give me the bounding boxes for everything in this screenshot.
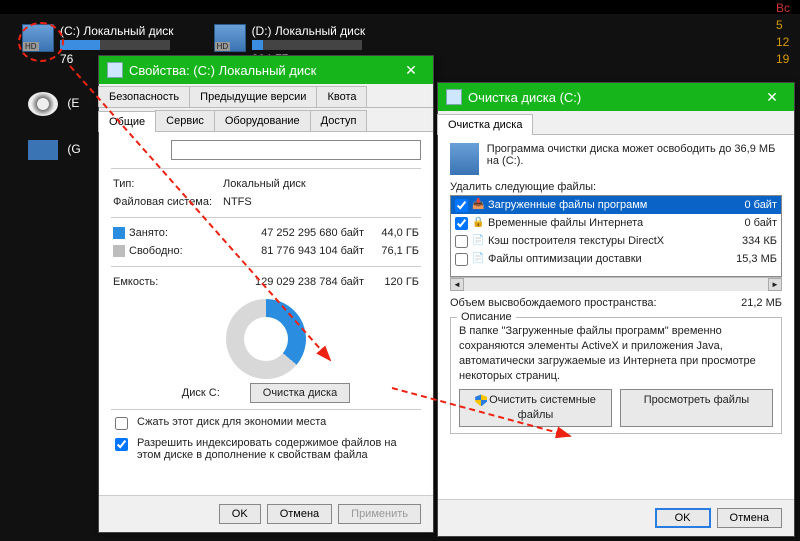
drive-icon <box>450 143 479 175</box>
horizontal-scrollbar[interactable]: ◄► <box>450 277 782 291</box>
file-size: 15,3 МБ <box>717 253 777 265</box>
tab-previous-versions[interactable]: Предыдущие версии <box>189 86 317 107</box>
file-row[interactable]: 📄 Файлы оптимизации доставки 15,3 МБ <box>451 250 781 268</box>
tab-tools[interactable]: Сервис <box>155 110 215 131</box>
volume-name-input[interactable] <box>171 140 421 160</box>
dialog-buttons: OK Отмена <box>438 499 794 536</box>
titlebar[interactable]: Очистка диска (C:) ✕ <box>438 83 794 111</box>
apply-button[interactable]: Применить <box>338 504 421 524</box>
file-row[interactable]: 🔒 Временные файлы Интернета 0 байт <box>451 214 781 232</box>
freed-label: Объем высвобождаемого пространства: <box>450 297 657 309</box>
ok-button[interactable]: OK <box>219 504 261 524</box>
delete-files-label: Удалить следующие файлы: <box>450 181 782 193</box>
usage-pie-chart <box>226 299 306 379</box>
disk-label: Диск C: <box>182 387 220 399</box>
cancel-button[interactable]: Отмена <box>267 504 332 524</box>
properties-window: Свойства: (C:) Локальный диск ✕ Безопасн… <box>98 55 434 533</box>
lock-icon: 🔒 <box>472 217 484 229</box>
file-name: Кэш построителя текстуры DirectX <box>488 235 713 247</box>
scroll-right-icon[interactable]: ► <box>768 278 782 291</box>
file-name: Файлы оптимизации доставки <box>488 253 713 265</box>
file-name: Загруженные файлы программ <box>488 199 713 211</box>
drive-icon <box>107 62 123 78</box>
cleanup-tabs: Очистка диска <box>438 111 794 135</box>
file-size: 334 КБ <box>717 235 777 247</box>
index-checkbox[interactable]: Разрешить индексировать содержимое файло… <box>111 437 421 461</box>
cleanup-content: Программа очистки диска может освободить… <box>438 135 794 499</box>
disk-cleanup-button[interactable]: Очистка диска <box>250 383 350 403</box>
used-swatch <box>113 227 125 239</box>
drive-usage-bar <box>252 40 362 50</box>
disk-info-table: Тип:Локальный диск Файловая система:NTFS <box>111 175 421 211</box>
file-checkbox[interactable] <box>455 217 468 230</box>
tab-row-1: Безопасность Предыдущие версии Квота <box>99 84 433 108</box>
drive-usage-bar <box>60 40 170 50</box>
file-checkbox[interactable] <box>455 199 468 212</box>
tab-general[interactable]: Общие <box>98 111 156 132</box>
disk-cleanup-window: Очистка диска (C:) ✕ Очистка диска Прогр… <box>437 82 795 537</box>
compress-checkbox[interactable]: Сжать этот диск для экономии места <box>111 416 421 433</box>
freed-value: 21,2 МБ <box>741 297 782 309</box>
window-title: Свойства: (C:) Локальный диск <box>129 63 316 78</box>
file-checkbox[interactable] <box>455 235 468 248</box>
description-text: В папке "Загруженные файлы программ" вре… <box>459 324 773 383</box>
tab-row-2: Общие Сервис Оборудование Доступ <box>99 108 433 132</box>
cleanup-intro: Программа очистки диска может освободить… <box>487 143 782 167</box>
tab-quota[interactable]: Квота <box>316 86 367 107</box>
file-icon: 📄 <box>472 253 484 265</box>
close-button[interactable]: ✕ <box>393 56 429 84</box>
titlebar[interactable]: Свойства: (C:) Локальный диск ✕ <box>99 56 433 84</box>
drive-label: (D:) Локальный диск <box>252 24 366 38</box>
drive-g[interactable]: (G <box>28 140 81 160</box>
file-checkbox[interactable] <box>455 253 468 266</box>
ok-button[interactable]: OK <box>655 508 711 528</box>
file-icon: 📄 <box>472 235 484 247</box>
tab-hardware[interactable]: Оборудование <box>214 110 311 131</box>
tab-cleanup[interactable]: Очистка диска <box>437 114 533 135</box>
folder-icon <box>28 140 58 160</box>
hdd-icon <box>22 24 54 52</box>
description-group: Описание В папке "Загруженные файлы прог… <box>450 317 782 434</box>
free-swatch <box>113 245 125 257</box>
download-icon: 📥 <box>472 199 484 211</box>
general-tab-content: Тип:Локальный диск Файловая система:NTFS… <box>99 132 433 495</box>
file-row[interactable]: 📥 Загруженные файлы программ 0 байт <box>451 196 781 214</box>
dvd-icon <box>28 92 58 116</box>
window-title: Очистка диска (C:) <box>468 90 581 105</box>
tab-security[interactable]: Безопасность <box>98 86 190 107</box>
tab-sharing[interactable]: Доступ <box>310 110 368 131</box>
file-size: 0 байт <box>717 217 777 229</box>
dialog-buttons: OK Отмена Применить <box>99 495 433 532</box>
cleanup-icon <box>446 89 462 105</box>
view-files-button[interactable]: Просмотреть файлы <box>620 389 773 427</box>
clean-system-files-button[interactable]: Очистить системные файлы <box>459 389 612 427</box>
close-button[interactable]: ✕ <box>754 83 790 111</box>
file-name: Временные файлы Интернета <box>488 217 713 229</box>
file-list[interactable]: 📥 Загруженные файлы программ 0 байт 🔒 Времен… <box>450 195 782 277</box>
file-row[interactable]: 📄 Кэш построителя текстуры DirectX 334 КБ <box>451 232 781 250</box>
drive-label: (C:) Локальный диск <box>60 24 174 38</box>
scroll-left-icon[interactable]: ◄ <box>450 278 464 291</box>
description-legend: Описание <box>457 310 516 325</box>
file-size: 0 байт <box>717 199 777 211</box>
cancel-button[interactable]: Отмена <box>717 508 782 528</box>
shield-icon <box>475 394 487 406</box>
explorer-toolbar <box>0 0 800 14</box>
drive-e[interactable]: (E <box>28 92 79 116</box>
hdd-icon <box>214 24 246 52</box>
